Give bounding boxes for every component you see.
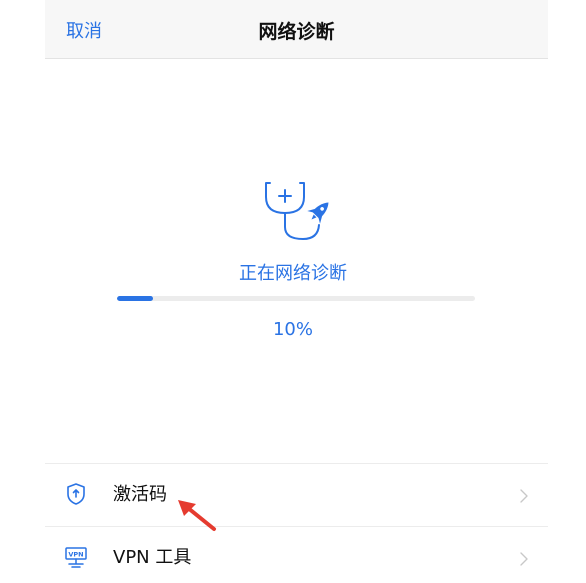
list-item-label: VPN 工具	[113, 547, 192, 568]
cancel-button[interactable]: 取消	[66, 0, 102, 58]
nav-bar: 网络诊断 取消	[45, 0, 548, 59]
vpn-monitor-icon: VPN	[64, 545, 88, 569]
list-item-activation-code[interactable]: 激活码	[45, 464, 548, 526]
stethoscope-rocket-icon	[258, 175, 338, 245]
network-diagnosis-screen: 网络诊断 取消 正在网络诊断 10% 激活码 VPN VPN 工具	[0, 0, 586, 583]
chevron-right-icon	[520, 488, 528, 503]
list-item-label: 激活码	[113, 484, 167, 505]
progress-percent-text: 10%	[272, 319, 313, 340]
diagnosis-progress-bar	[117, 296, 475, 301]
diagnosis-status-text: 正在网络诊断	[239, 263, 347, 284]
shield-icon	[64, 482, 88, 506]
annotation-arrow-icon	[176, 498, 218, 532]
chevron-right-icon	[520, 551, 528, 566]
svg-text:VPN: VPN	[68, 550, 83, 558]
list-item-vpn-tools[interactable]: VPN VPN 工具	[45, 527, 548, 583]
progress-fill	[117, 296, 153, 301]
page-title: 网络诊断	[258, 21, 335, 43]
